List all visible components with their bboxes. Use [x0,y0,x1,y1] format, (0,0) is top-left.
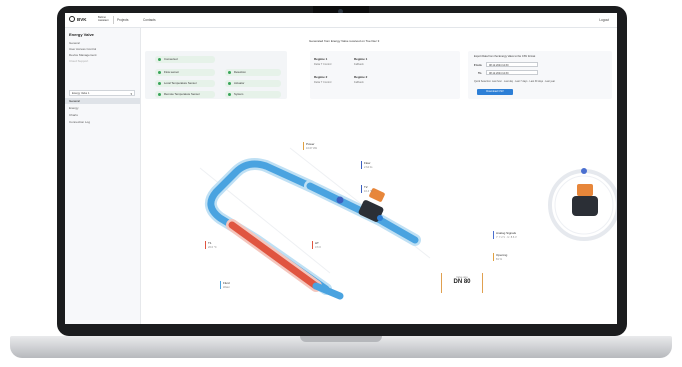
sidebar-item-device-management[interactable]: Device Management [69,53,97,57]
power-label: Power [306,142,315,146]
export-to-label: To [478,71,482,75]
dial-valve-body [572,196,598,216]
status-pill-local-temp: Local Temperature Sensor [155,80,215,87]
t1-label: T1 [208,241,212,245]
flow-sensor-icon [336,196,344,204]
valve-size-box: Valve size DN 80 [441,273,483,293]
divider [113,16,114,24]
export-quick-selection[interactable]: Quick Selection: Last hour · Last day · … [474,80,555,83]
status-pill-remote-temp: Remote Temperature Sensor [155,91,215,98]
opening-label: Opening [496,253,508,257]
device-select-value: Energy Valve 1 [72,92,90,95]
sidebar-sub-charts[interactable]: Charts [69,113,78,117]
power-value: 10.07 kW [306,147,317,150]
callout-t2: T2 16.4 °C [361,185,373,193]
pipe-tail [312,282,344,300]
dt-value: 3.6 K [315,246,322,249]
regime-2-value: Delta T Control [314,81,332,84]
callout-analog-signals: Analog Signals Y: 7.2 V · U: 8.6 V [493,231,517,239]
sidebar-sub-general[interactable]: General [69,99,80,103]
callout-power: Power 10.07 kW [303,142,317,150]
callout-opening: Opening 81 % [493,253,507,261]
logo-icon [69,16,75,22]
nav-contacts[interactable]: Contacts [143,18,156,22]
export-from-label: From [474,63,482,67]
dial-indicator [581,168,587,174]
status-ok-icon [227,71,231,74]
pipe-hot-supply [228,221,320,290]
analog-value: Y: 7.2 V · U: 8.6 V [496,236,517,239]
regime-1b-value: Fallback [354,63,364,66]
status-ok-icon [157,58,161,61]
status-ok-icon [157,82,161,85]
export-title: Export Data from the Energy Valve to the… [474,55,536,58]
logo-text: BVK [77,17,87,22]
brand-subtitle: Belimo Assistant [98,16,109,22]
sidebar-title: Energy Valve [69,32,94,37]
regime-1-label: Regime 1 [314,57,328,61]
t1-value: 20.0 °C [208,246,217,249]
dt-label: ΔT [315,241,319,245]
device-select[interactable]: Energy Valve 1 ▾ [69,90,135,96]
status-pill-system: System [225,91,281,98]
valve-size-value: DN 80 [453,279,471,285]
regime-panel: Regime 1 Delta T Control Regime 1 Fallba… [310,51,460,99]
sidebar-sub-energy[interactable]: Energy [69,106,79,110]
sidebar-item-user-access[interactable]: User Access Control [69,47,96,51]
screen: BVK Belimo Assistant Projects Contacts L… [65,13,617,324]
download-csv-button[interactable]: Download CSV [477,89,513,95]
valve-connector [377,215,383,221]
logout-button[interactable]: Logout [599,18,609,22]
analog-label: Analog Signals [496,231,517,235]
export-panel: Export Data from the Energy Valve to the… [468,51,612,99]
status-pill-connected: Connected [155,56,215,63]
regime-2-label: Regime 2 [314,75,328,79]
callout-t1: T1 20.0 °C [205,241,217,249]
regime-2b-label: Regime 2 [354,75,368,79]
sidebar-item-cloud[interactable]: Cloud Support [69,59,88,63]
fluid-label: Fluid [223,281,230,285]
status-pill-actuator: Actuator [225,80,281,87]
regime-2b-value: Fallback [354,81,364,84]
flow-label: Flow [364,161,371,165]
sidebar-item-general[interactable]: General [69,41,80,45]
nav-projects[interactable]: Projects [117,18,129,22]
sidebar-sub-connection-log[interactable]: Connection Log [69,120,90,124]
callout-flow: Flow 2.64 l/s [361,161,372,169]
status-ok-icon [157,93,161,96]
laptop-base-groove [300,336,382,342]
valve-diagram [199,147,617,300]
chevron-down-icon: ▾ [130,92,132,96]
t2-value: 16.4 °C [364,190,373,193]
flow-value: 2.64 l/s [364,166,373,169]
status-ok-icon [157,71,161,74]
callout-delta-t: ΔT 3.6 K [312,241,321,249]
top-bar: BVK Belimo Assistant Projects Contacts L… [65,13,617,28]
t2-label: T2 [364,185,368,189]
sidebar: Energy Valve General User Access Control… [65,28,141,324]
status-ok-icon [227,93,231,96]
status-panel: Connected Flow sensor Local Temperature … [145,51,287,99]
dial-actuator-icon [577,184,593,196]
regime-header: Generated from Energy Valve received on … [309,39,380,43]
export-from-input[interactable]: 08.12.2024 12:30 [486,62,538,67]
regime-1-value: Delta T Control [314,63,332,66]
callout-fluid: Fluid Water [220,281,230,289]
export-to-input[interactable]: 08.12.2024 12:30 [486,70,538,75]
status-ok-icon [227,82,231,85]
status-pill-detection: Detection [225,69,281,76]
opening-value: 81 % [496,258,502,261]
regime-1b-label: Regime 1 [354,57,368,61]
fluid-value: Water [223,286,230,289]
status-pill-flow-sensor: Flow sensor [155,69,215,76]
